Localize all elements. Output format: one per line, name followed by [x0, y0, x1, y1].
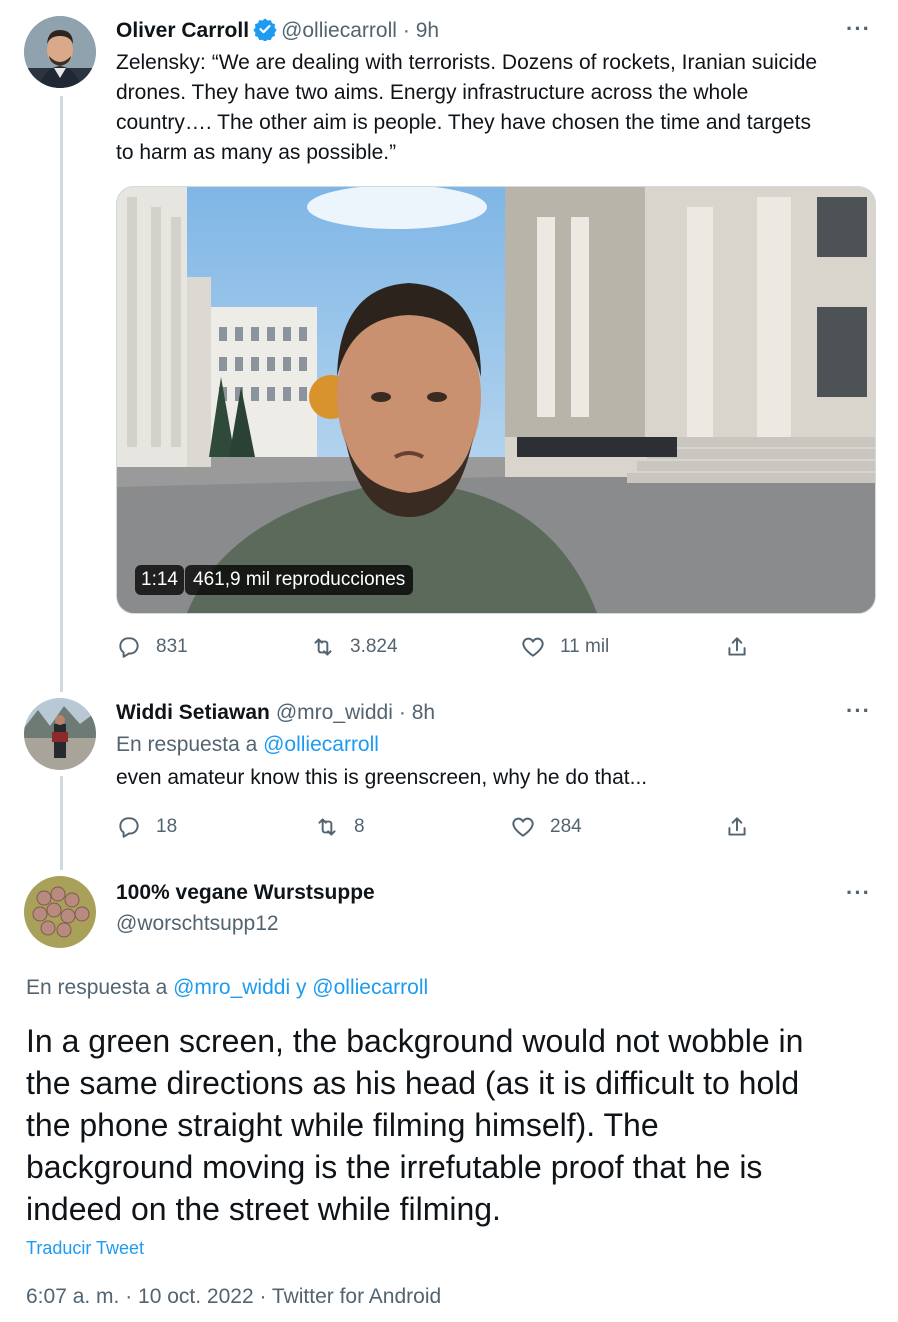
more-options-button[interactable]: ··· — [846, 16, 871, 42]
avatar-photo — [24, 16, 96, 88]
reply-icon — [119, 817, 139, 838]
video-duration: 1:14 — [141, 569, 178, 590]
retweet-icon — [314, 638, 332, 656]
verified-badge-icon — [253, 17, 277, 46]
video-player[interactable]: 1:14 461,9 mil reproducciones — [116, 186, 876, 614]
reply-button[interactable]: 18 — [116, 814, 177, 840]
author-handle[interactable]: @mro_widdi — [276, 701, 393, 725]
video-views: 461,9 mil reproducciones — [193, 569, 406, 590]
share-icon — [728, 817, 746, 836]
more-options-button[interactable]: ··· — [846, 698, 871, 724]
tweet-text-line: country…. The other aim is people. They … — [116, 111, 811, 134]
tweet-timestamp[interactable]: 6:07 a. m. · 10 oct. 2022 · Twitter for … — [26, 1285, 441, 1309]
share-button[interactable] — [724, 634, 764, 660]
heart-icon — [522, 637, 544, 657]
tweet-text-line: drones. They have two aims. Energy infra… — [116, 81, 749, 104]
tweet-time[interactable]: · 9h — [403, 19, 439, 43]
like-count: 11 mil — [560, 636, 610, 657]
tweet-text-line: Zelensky: “We are dealing with terrorist… — [116, 51, 818, 74]
reply-button[interactable]: 831 — [116, 634, 188, 660]
reply-prefix: En respuesta a — [26, 976, 174, 999]
video-duration-badge: 1:14 — [135, 565, 184, 595]
tweet2-text: even amateur know this is greenscreen, w… — [116, 766, 648, 789]
tweet-text-line: the same directions as his head (as it i… — [26, 1065, 800, 1101]
tweet-time[interactable]: · 8h — [399, 701, 435, 725]
author-handle[interactable]: @worschtsupp12 — [116, 912, 279, 936]
mention-link[interactable]: @mro_widdi — [173, 976, 290, 999]
reply-count: 18 — [156, 816, 178, 837]
retweet-button[interactable]: 3.824 — [310, 634, 398, 660]
retweet-icon — [318, 818, 336, 836]
translate-tweet-link[interactable]: Traducir Tweet — [26, 1238, 144, 1259]
video-views-badge: 461,9 mil reproducciones — [185, 565, 414, 595]
like-button[interactable]: 284 — [510, 814, 582, 840]
author-name[interactable]: Oliver Carroll — [116, 19, 249, 43]
mention-separator: y — [290, 976, 313, 999]
share-button[interactable] — [724, 814, 764, 840]
video-frame — [117, 187, 875, 613]
thread-line — [60, 776, 63, 870]
author-handle[interactable]: @olliecarroll — [281, 19, 397, 43]
reply-context: En respuesta a @mro_widdi y @olliecarrol… — [26, 973, 428, 1003]
avatar-oliver-carroll[interactable] — [24, 16, 96, 88]
retweet-count: 3.824 — [350, 636, 398, 657]
heart-icon — [512, 817, 534, 837]
thread-line — [60, 96, 63, 692]
reply-icon — [119, 637, 139, 658]
tweet-text-line: indeed on the street while filming. — [26, 1191, 501, 1227]
retweet-button[interactable]: 8 — [314, 814, 365, 840]
retweet-count: 8 — [354, 816, 365, 837]
avatar-vegane-wurstsuppe[interactable] — [24, 876, 96, 948]
tweet1-header: Oliver Carroll @olliecarroll · 9h — [116, 16, 439, 46]
tweet-text-line: to harm as many as possible.” — [116, 141, 397, 164]
mention-link[interactable]: @olliecarroll — [312, 976, 428, 999]
tweet2-header: Widdi Setiawan @mro_widdi · 8h — [116, 698, 435, 728]
author-name[interactable]: Widdi Setiawan — [116, 701, 270, 725]
reply-prefix: En respuesta a — [116, 733, 264, 756]
tweet-text-line: the phone straight while filming himself… — [26, 1107, 659, 1143]
tweet-text-line: background moving is the irrefutable pro… — [26, 1149, 763, 1185]
tweet3-text: In a green screen, the background would … — [26, 1020, 886, 1230]
author-name[interactable]: 100% vegane Wurstsuppe — [116, 881, 375, 905]
reply-context: En respuesta a @olliecarroll — [116, 730, 379, 760]
avatar-widdi-setiawan[interactable] — [24, 698, 96, 770]
share-icon — [728, 637, 746, 656]
avatar-photo — [24, 698, 96, 770]
like-button[interactable]: 11 mil — [520, 634, 609, 660]
reply-count: 831 — [156, 636, 188, 657]
more-options-button[interactable]: ··· — [846, 880, 871, 906]
tweet-text-line: In a green screen, the background would … — [26, 1023, 804, 1059]
mention-link[interactable]: @olliecarroll — [263, 733, 379, 756]
tweet1-text: Zelensky: “We are dealing with terrorist… — [116, 48, 886, 168]
avatar-photo — [24, 876, 96, 948]
like-count: 284 — [550, 816, 582, 837]
